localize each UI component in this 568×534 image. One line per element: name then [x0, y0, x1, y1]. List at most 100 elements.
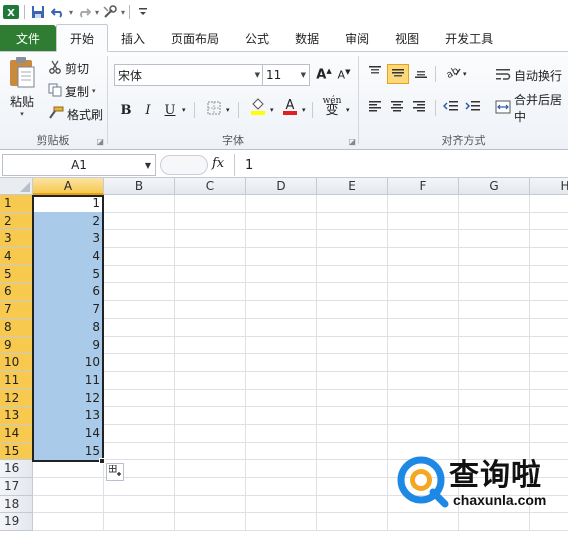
cell-c16[interactable] [175, 460, 246, 478]
cell-g10[interactable] [459, 354, 530, 372]
cell-h13[interactable] [530, 407, 568, 425]
cell-c10[interactable] [175, 354, 246, 372]
underline-dropdown-icon[interactable]: ▾ [182, 106, 186, 114]
cell-b7[interactable] [104, 301, 175, 319]
orientation-dropdown-icon[interactable]: ▾ [463, 70, 467, 78]
cell-a8[interactable]: 8 [33, 318, 104, 337]
cell-h1[interactable] [530, 195, 568, 213]
cell-f2[interactable] [388, 212, 459, 231]
tab-file[interactable]: 文件 [0, 25, 56, 51]
cell-a5[interactable]: 5 [33, 265, 104, 284]
tab-review[interactable]: 审阅 [332, 25, 382, 51]
excel-icon[interactable]: X [2, 3, 20, 21]
undo-icon[interactable] [49, 3, 67, 21]
cell-g14[interactable] [459, 424, 530, 443]
font-name-combo[interactable]: 宋体 ▼ [114, 64, 264, 86]
font-name-dropdown-icon[interactable]: ▼ [255, 71, 260, 79]
phonetic-dropdown-icon[interactable]: ▾ [346, 106, 350, 114]
insert-function-icon[interactable]: fx [212, 156, 224, 171]
cell-c18[interactable] [175, 495, 246, 514]
paste-button[interactable]: 粘贴 ▾ [4, 56, 40, 122]
cell-e1[interactable] [317, 195, 388, 213]
cell-c4[interactable] [175, 248, 246, 266]
cell-h3[interactable] [530, 230, 568, 249]
cell-d16[interactable] [246, 460, 317, 478]
cell-a9[interactable]: 9 [33, 336, 104, 355]
cell-h12[interactable] [530, 390, 568, 408]
column-header-g[interactable]: G [459, 178, 530, 195]
column-header-f[interactable]: F [388, 178, 459, 195]
cell-a1[interactable]: 1 [33, 195, 104, 213]
row-header[interactable]: 18 [0, 495, 33, 514]
cell-d9[interactable] [246, 336, 317, 355]
cell-b12[interactable] [104, 389, 175, 408]
clipboard-launcher-icon[interactable]: ◪ [96, 137, 104, 146]
cell-e11[interactable] [317, 371, 388, 390]
cell-d6[interactable] [246, 283, 317, 302]
cell-e19[interactable] [317, 513, 388, 532]
cell-f1[interactable] [388, 195, 459, 213]
row-header[interactable]: 6 [0, 283, 33, 302]
cell-e13[interactable] [317, 407, 388, 425]
cell-a14[interactable]: 14 [33, 424, 104, 443]
row-header[interactable]: 16 [0, 460, 33, 478]
cell-e17[interactable] [317, 478, 388, 496]
cell-a19[interactable] [33, 513, 104, 532]
row-header[interactable]: 10 [0, 354, 33, 372]
shrink-font-button[interactable]: A▼ [334, 65, 354, 85]
align-bottom-button[interactable] [411, 64, 431, 84]
cell-b2[interactable] [104, 212, 175, 231]
font-size-combo[interactable]: 11 ▼ [262, 64, 310, 86]
cell-c3[interactable] [175, 230, 246, 249]
cell-c12[interactable] [175, 389, 246, 408]
tab-home[interactable]: 开始 [56, 24, 109, 52]
row-header[interactable]: 12 [0, 389, 33, 408]
customize-icon[interactable] [134, 3, 152, 21]
cell-h5[interactable] [530, 266, 568, 284]
underline-button[interactable]: U [160, 100, 180, 120]
cell-a11[interactable]: 11 [33, 371, 104, 390]
cell-h10[interactable] [530, 354, 568, 372]
align-right-button[interactable] [409, 98, 429, 118]
cell-g9[interactable] [459, 336, 530, 355]
cell-a17[interactable] [33, 478, 104, 496]
cell-f12[interactable] [388, 389, 459, 408]
cell-e15[interactable] [317, 442, 388, 461]
cell-d18[interactable] [246, 495, 317, 514]
cell-h11[interactable] [530, 372, 568, 390]
tools-icon[interactable] [101, 3, 119, 21]
column-header-a[interactable]: A [33, 178, 104, 195]
cell-c5[interactable] [175, 265, 246, 284]
cell-g13[interactable] [459, 407, 530, 425]
cell-h4[interactable] [530, 248, 568, 266]
cell-c15[interactable] [175, 442, 246, 461]
fill-color-dropdown-icon[interactable]: ▾ [270, 106, 274, 114]
cell-e6[interactable] [317, 283, 388, 302]
cell-g2[interactable] [459, 212, 530, 231]
undo-dropdown-icon[interactable]: ▾ [69, 8, 73, 17]
border-dropdown-icon[interactable]: ▾ [226, 106, 230, 114]
cell-a3[interactable]: 3 [33, 230, 104, 249]
name-box-dropdown-icon[interactable]: ▼ [145, 161, 151, 170]
cell-a16[interactable] [33, 460, 104, 478]
cell-c8[interactable] [175, 318, 246, 337]
row-header[interactable]: 1 [0, 195, 33, 213]
cell-e8[interactable] [317, 318, 388, 337]
cell-f11[interactable] [388, 371, 459, 390]
cell-c2[interactable] [175, 212, 246, 231]
cell-d4[interactable] [246, 248, 317, 266]
cell-e14[interactable] [317, 424, 388, 443]
cell-e18[interactable] [317, 495, 388, 514]
align-top-button[interactable] [365, 64, 385, 84]
cell-a13[interactable]: 13 [33, 407, 104, 425]
cell-h2[interactable] [530, 213, 568, 231]
decrease-indent-button[interactable] [441, 98, 461, 118]
cell-d17[interactable] [246, 478, 317, 496]
cell-e10[interactable] [317, 354, 388, 372]
row-header[interactable]: 8 [0, 318, 33, 337]
cell-f10[interactable] [388, 354, 459, 372]
cell-g5[interactable] [459, 265, 530, 284]
row-header[interactable]: 19 [0, 513, 33, 532]
cell-b14[interactable] [104, 424, 175, 443]
cell-g3[interactable] [459, 230, 530, 249]
